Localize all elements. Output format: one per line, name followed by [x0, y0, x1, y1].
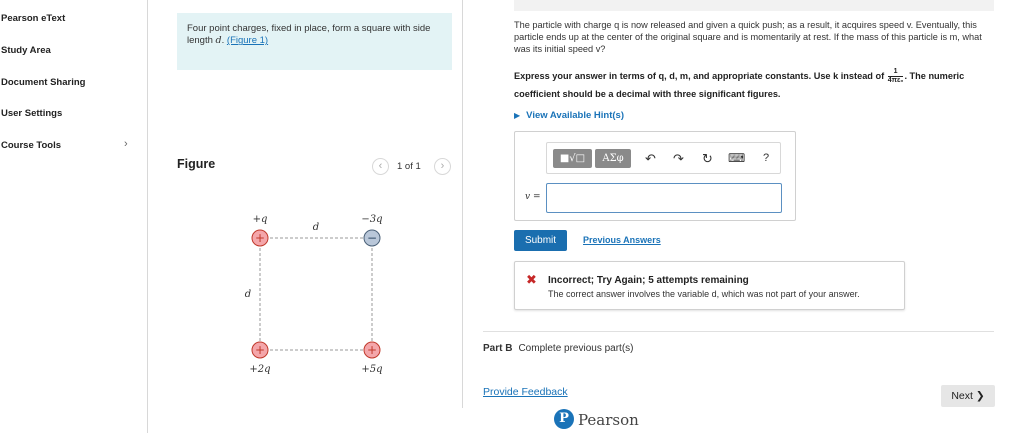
label-bottom-right-charge: +5q [361, 364, 382, 375]
figure-link[interactable]: (Figure 1) [227, 35, 268, 46]
math-toolbar: ■√□ ΑΣφ ↶ ↷ ↻ ⌨ ? [546, 142, 781, 174]
submit-button[interactable]: Submit [514, 230, 567, 251]
fraction-denominator: 4πε₀ [887, 77, 904, 85]
part-divider [483, 331, 994, 332]
answer-variable-label: v = [525, 192, 541, 202]
svg-text:+: + [255, 231, 265, 245]
figure-page-count: 1 of 1 [397, 161, 421, 172]
constant-fraction: 1 4πε₀ [887, 68, 904, 85]
part-b-row: Part B Complete previous part(s) [483, 343, 634, 354]
next-button[interactable]: Next ❯ [941, 385, 995, 407]
greek-symbols-button[interactable]: ΑΣφ [595, 149, 631, 168]
charge-top-right: − [363, 229, 381, 247]
charge-square-diagram: + − + + +q −3q +2q +5q d d [245, 214, 383, 375]
figure-title: Figure [177, 157, 216, 171]
redo-icon[interactable]: ↷ [673, 149, 684, 168]
problem-variable: d [215, 35, 222, 47]
chevron-right-icon[interactable]: › [124, 138, 128, 150]
part-b-status: Complete previous part(s) [518, 343, 634, 354]
sidebar-item-pearson-etext[interactable]: Pearson eText [1, 13, 65, 24]
view-hints-toggle[interactable]: ▶ View Available Hint(s) [514, 110, 624, 121]
label-top-left-charge: +q [253, 214, 268, 225]
triangle-right-icon: ▶ [514, 111, 521, 120]
keyboard-icon[interactable]: ⌨ [728, 149, 745, 168]
label-top-right-charge: −3q [361, 214, 382, 225]
charge-bottom-right: + [363, 341, 381, 359]
label-left-side: d [245, 289, 251, 300]
question-text: The particle with charge q is now releas… [514, 20, 982, 54]
provide-feedback-link[interactable]: Provide Feedback [483, 386, 568, 398]
answer-container: ■√□ ΑΣφ ↶ ↷ ↻ ⌨ ? v = [514, 131, 796, 221]
sidebar-item-course-tools[interactable]: Course Tools [1, 140, 61, 151]
chevron-right-icon[interactable]: › [434, 158, 451, 175]
sidebar-item-study-area[interactable]: Study Area [1, 45, 51, 56]
reset-icon[interactable]: ↻ [702, 149, 713, 168]
chevron-left-icon[interactable]: ‹ [372, 158, 389, 175]
templates-button[interactable]: ■√□ [553, 149, 592, 168]
undo-icon[interactable]: ↶ [645, 149, 656, 168]
svg-text:+: + [367, 343, 377, 357]
svg-text:+: + [255, 343, 265, 357]
feedback-title: Incorrect; Try Again; 5 attempts remaini… [548, 275, 749, 286]
svg-text:−: − [367, 231, 377, 245]
help-button[interactable]: ? [763, 149, 769, 168]
panel-divider [462, 0, 463, 408]
feedback-message: The correct answer involves the variable… [548, 289, 860, 299]
error-icon: ✖ [526, 272, 537, 287]
part-b-label: Part B [483, 343, 513, 354]
sidebar-item-document-sharing[interactable]: Document Sharing [1, 77, 85, 88]
label-bottom-left-charge: +2q [249, 364, 270, 375]
top-bar [514, 0, 994, 11]
answer-input[interactable] [546, 183, 782, 213]
hint-label: View Available Hint(s) [526, 110, 624, 121]
pearson-wordmark: Pearson [578, 411, 639, 429]
charge-bottom-left: + [251, 341, 269, 359]
answer-instructions: Express your answer in terms of q, d, m,… [514, 68, 998, 104]
sidebar: Pearson eText Study Area Document Sharin… [0, 0, 148, 433]
instruction-before: Express your answer in terms of q, d, m,… [514, 71, 885, 81]
fraction-numerator: 1 [887, 68, 904, 78]
charge-top-left: + [251, 229, 269, 247]
previous-answers-link[interactable]: Previous Answers [583, 235, 661, 245]
label-top-side: d [313, 222, 319, 233]
feedback-panel: ✖ Incorrect; Try Again; 5 attempts remai… [514, 261, 905, 310]
sidebar-item-user-settings[interactable]: User Settings [1, 108, 62, 119]
pearson-p-icon: P [554, 409, 574, 429]
problem-intro: Four point charges, fixed in place, form… [187, 23, 431, 47]
figure-pager: ‹ 1 of 1 › [372, 158, 454, 176]
problem-statement: Four point charges, fixed in place, form… [177, 13, 452, 70]
